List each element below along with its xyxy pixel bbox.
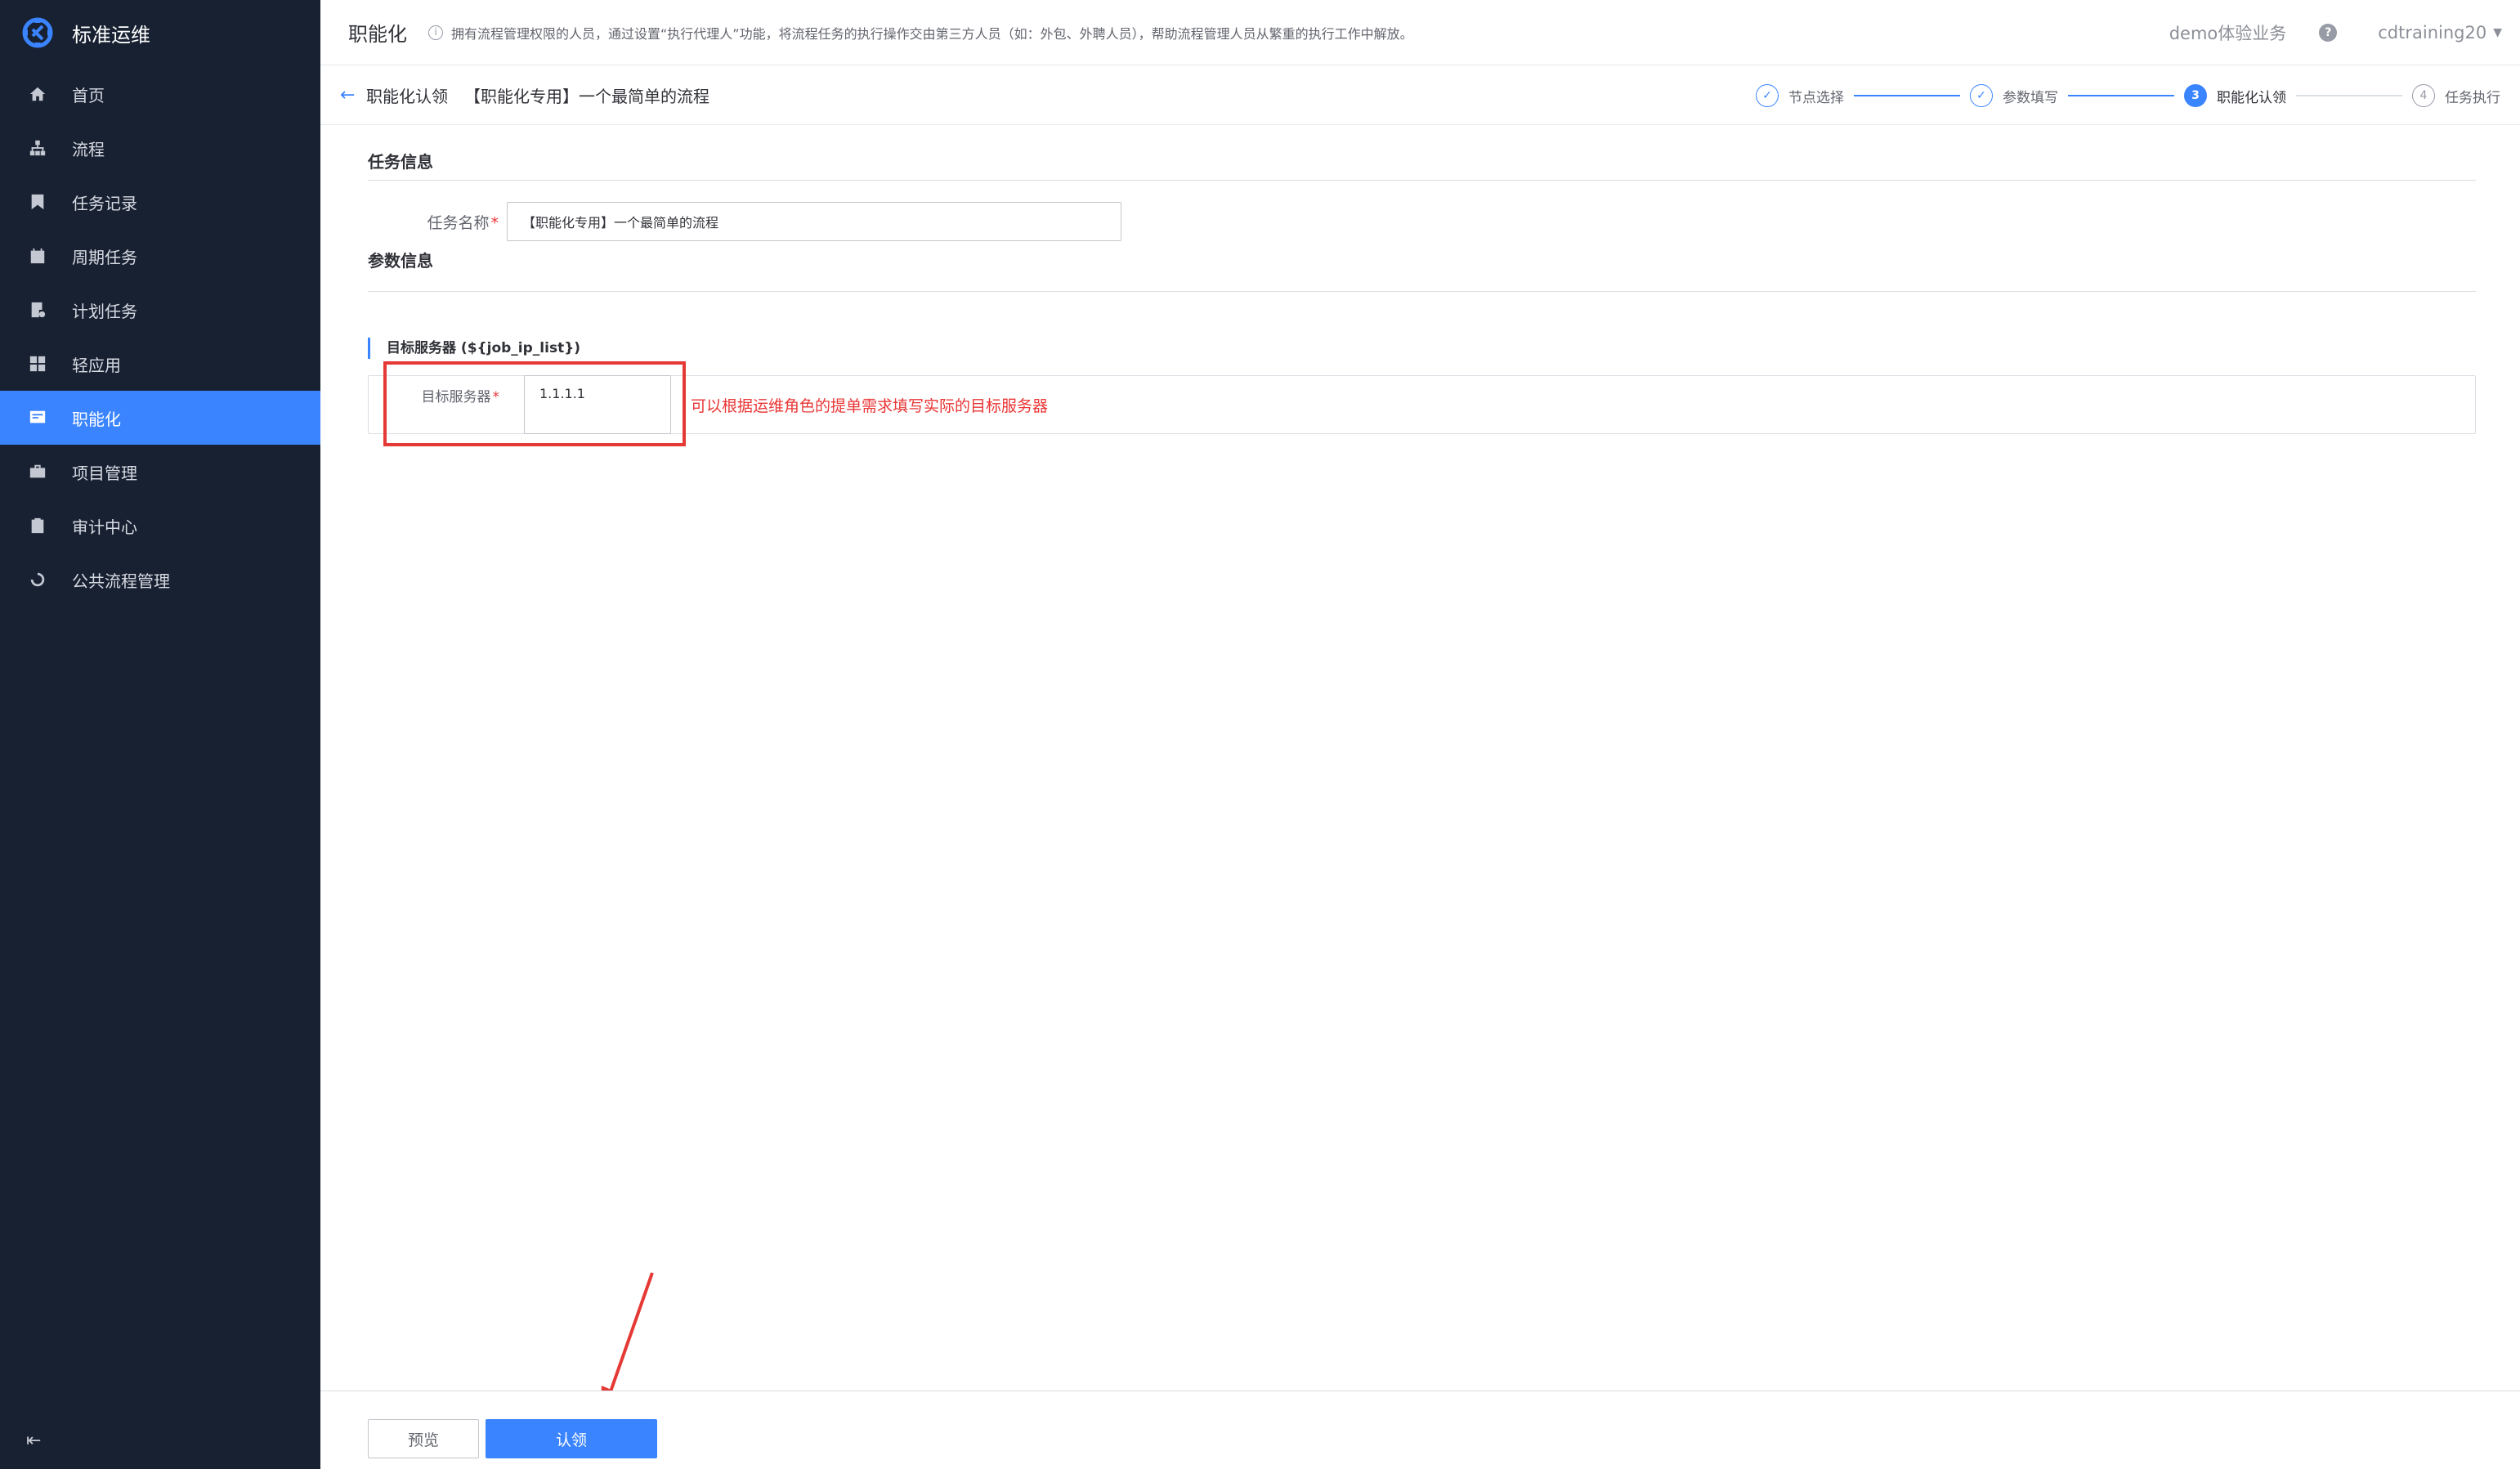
- footer-bar: 预览 认领: [320, 1391, 2520, 1469]
- sidebar-item-label: 首页: [72, 85, 105, 105]
- sidebar-item-label: 审计中心: [72, 517, 137, 537]
- project-icon: [28, 462, 47, 481]
- grid-icon: [28, 354, 47, 374]
- sidebar-item-label: 流程: [72, 139, 105, 159]
- check-icon: ✓: [1756, 84, 1779, 107]
- tip-text: 拥有流程管理权限的人员，通过设置“执行代理人”功能，将流程任务的执行操作交由第三…: [451, 25, 1413, 42]
- step-connector: [2296, 95, 2402, 96]
- sidebar-item-periodic-tasks[interactable]: 周期任务: [0, 229, 320, 283]
- sidebar: 标准运维 首页 流程 任务记录 周期任务 计划任务 轻应用 职能化 项目管理 审…: [0, 0, 320, 1469]
- sidebar-item-label: 周期任务: [72, 247, 137, 267]
- collapse-icon[interactable]: ⇤: [26, 1431, 41, 1451]
- calendar-icon: [28, 246, 47, 266]
- step-label: 参数填写: [2003, 89, 2058, 106]
- sidebar-item-label: 轻应用: [72, 355, 121, 375]
- step-connector: [1854, 95, 1960, 96]
- page-tip: i 拥有流程管理权限的人员，通过设置“执行代理人”功能，将流程任务的执行操作交由…: [428, 23, 1413, 43]
- sidebar-item-home[interactable]: 首页: [0, 67, 320, 121]
- annotation-note: 可以根据运维角色的提单需求填写实际的目标服务器: [691, 396, 1049, 415]
- sidebar-item-light-apps[interactable]: 轻应用: [0, 337, 320, 391]
- sidebar-item-task-records[interactable]: 任务记录: [0, 175, 320, 229]
- sidebar-item-label: 任务记录: [72, 193, 137, 213]
- step-param-fill: ✓ 参数填写: [1970, 84, 2058, 107]
- arrow-left-icon[interactable]: ←: [340, 85, 358, 105]
- step-indicator: ✓ 节点选择 ✓ 参数填写 3 职能化认领 4 任务执行: [1756, 66, 2500, 125]
- header-right: demo体验业务 ? cdtraining20 ▼: [2169, 0, 2502, 65]
- param-row: 目标服务器 * 1.1.1.1 可以根据运维角色的提单需求填写实际的目标服务器: [368, 361, 2476, 446]
- task-name-label: 任务名称 *: [427, 213, 499, 232]
- task-name-input[interactable]: 【职能化专用】一个最简单的流程: [507, 202, 1121, 241]
- step-connector: [2068, 95, 2174, 96]
- step-label: 任务执行: [2445, 89, 2500, 106]
- sidebar-item-scheduled-tasks[interactable]: 计划任务: [0, 283, 320, 337]
- step-label: 节点选择: [1788, 89, 1844, 106]
- sidebar-item-label: 计划任务: [72, 301, 137, 321]
- sidebar-item-public-flow[interactable]: 公共流程管理: [0, 553, 320, 607]
- target-server-input[interactable]: 1.1.1.1: [524, 375, 671, 434]
- step-label: 职能化认领: [2217, 89, 2286, 106]
- brand-title: 标准运维: [72, 23, 150, 47]
- sidebar-item-functional[interactable]: 职能化: [0, 391, 320, 445]
- step-functional-claim: 3 职能化认领: [2184, 84, 2286, 107]
- breadcrumb-back[interactable]: 职能化认领: [366, 83, 448, 107]
- step-task-execute: 4 任务执行: [2412, 84, 2500, 107]
- sidebar-item-project-management[interactable]: 项目管理: [0, 445, 320, 499]
- preview-button[interactable]: 预览: [368, 1419, 479, 1458]
- sidebar-item-audit-center[interactable]: 审计中心: [0, 499, 320, 553]
- sitemap-icon: [28, 138, 47, 158]
- brand-logo-icon: [22, 17, 53, 48]
- task-info-title: 任务信息: [368, 125, 2476, 181]
- help-icon[interactable]: ?: [2319, 24, 2338, 42]
- sidebar-item-flow[interactable]: 流程: [0, 121, 320, 175]
- breadcrumb-bar: ← 职能化认领 【职能化专用】一个最简单的流程 ✓ 节点选择 ✓ 参数填写 3 …: [320, 66, 2520, 125]
- step-number: 3: [2184, 84, 2207, 107]
- business-selector[interactable]: demo体验业务: [2169, 20, 2287, 45]
- page-title: 职能化: [348, 23, 407, 46]
- sidebar-nav: 首页 流程 任务记录 周期任务 计划任务 轻应用 职能化 项目管理 审计中心 公…: [0, 67, 320, 607]
- param-info-title: 参数信息: [368, 236, 2476, 292]
- bookmark-icon: [28, 192, 47, 212]
- step-node-select: ✓ 节点选择: [1756, 84, 1844, 107]
- target-server-label: 目标服务器 *: [421, 388, 500, 405]
- function-icon: [28, 408, 47, 428]
- caret-down-icon[interactable]: ▼: [2493, 26, 2502, 39]
- clipboard-icon: [28, 516, 47, 535]
- main-content: 任务信息 任务名称 * 【职能化专用】一个最简单的流程 参数信息 目标服务器 ($…: [368, 125, 2476, 446]
- info-icon: i: [428, 25, 443, 40]
- sidebar-item-label: 职能化: [72, 409, 121, 429]
- top-header: 职能化 i 拥有流程管理权限的人员，通过设置“执行代理人”功能，将流程任务的执行…: [320, 0, 2520, 65]
- brand[interactable]: 标准运维: [0, 0, 320, 65]
- claim-button[interactable]: 认领: [486, 1419, 657, 1458]
- step-number: 4: [2412, 84, 2435, 107]
- plan-icon: [28, 300, 47, 320]
- sidebar-item-label: 公共流程管理: [72, 571, 170, 591]
- cycle-icon: [28, 570, 47, 589]
- check-icon: ✓: [1970, 84, 1993, 107]
- param-group-title: 目标服务器 (${job_ip_list}): [368, 338, 2476, 359]
- home-icon: [28, 84, 47, 104]
- flow-name: 【职能化专用】一个最简单的流程: [464, 87, 709, 106]
- sidebar-item-label: 项目管理: [72, 463, 137, 483]
- user-menu[interactable]: cdtraining20: [2378, 23, 2486, 43]
